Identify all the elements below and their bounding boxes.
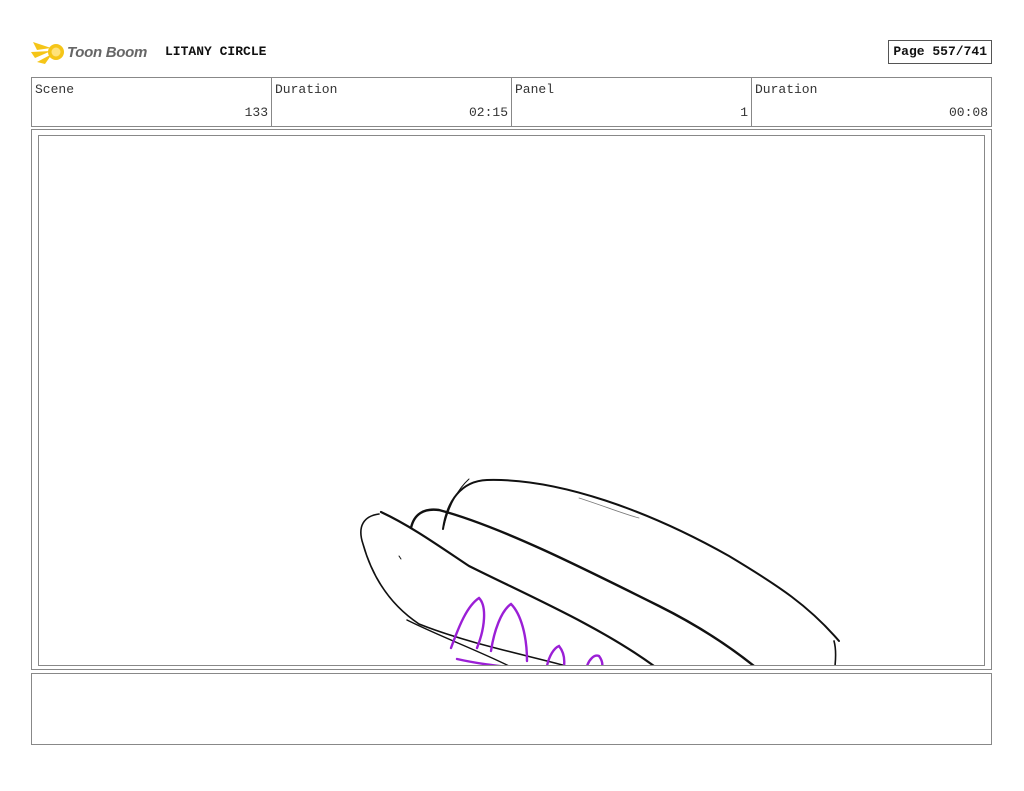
sketch-detail <box>398 555 402 560</box>
scene-value: 133 <box>244 105 268 120</box>
panel-cell: Panel 1 <box>512 78 752 126</box>
scene-cell: Scene 133 <box>32 78 272 126</box>
panel-label: Panel <box>515 82 555 97</box>
sketch-color-mark-4 <box>586 654 604 665</box>
storyboard-header: Toon Boom LITANY CIRCLE Page 557/741 <box>31 34 992 70</box>
sketch-color-mark-5 <box>455 657 502 665</box>
toon-boom-logo: Toon Boom <box>31 36 157 68</box>
sketch-knuckle <box>833 640 837 665</box>
panel-duration-label: Duration <box>755 82 818 97</box>
panel-value: 1 <box>740 105 748 120</box>
panel-notes-box[interactable] <box>31 673 992 745</box>
panel-image-area <box>38 135 985 666</box>
scene-duration-value: 02:15 <box>468 105 508 120</box>
sketch-finger-bottom-top <box>379 510 655 665</box>
logo-text: Toon Boom <box>67 44 148 61</box>
panel-frame <box>31 129 992 670</box>
scene-duration-cell: Duration 02:15 <box>272 78 512 126</box>
panel-duration-cell: Duration 00:08 <box>752 78 991 126</box>
star-icon <box>31 42 64 64</box>
scene-info-row: Scene 133 Duration 02:15 Panel 1 Duratio… <box>31 77 992 127</box>
sketch-finger-top <box>442 478 840 642</box>
scene-label: Scene <box>35 82 75 97</box>
panel-duration-value: 00:08 <box>948 105 988 120</box>
sketch-color-mark-2 <box>489 602 529 663</box>
sketch-finger-middle <box>409 508 755 665</box>
scene-duration-label: Duration <box>275 82 338 97</box>
project-title: LITANY CIRCLE <box>165 44 267 59</box>
page-indicator: Page 557/741 <box>888 40 992 64</box>
hand-sketch <box>360 478 840 665</box>
